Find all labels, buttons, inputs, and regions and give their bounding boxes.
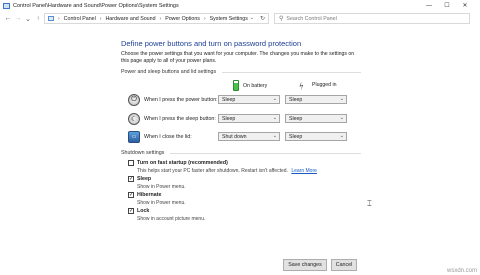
window-controls: — ☐ ✕ — [420, 0, 474, 11]
lid-close-battery-select[interactable]: Shut down ⌄ — [218, 132, 280, 141]
breadcrumb-control-panel[interactable]: Control Panel — [64, 16, 96, 22]
sleep-moon-icon: ☾ — [128, 113, 140, 125]
chevron-down-icon: ⌄ — [272, 96, 277, 102]
close-button[interactable]: ✕ — [456, 0, 474, 11]
chevron-right-icon[interactable]: › — [100, 16, 102, 22]
address-toolbar: ← → ⌄ ↑ › Control Panel › Hardware and S… — [0, 11, 480, 26]
chevron-right-icon[interactable]: › — [58, 16, 60, 22]
select-value: Sleep — [289, 96, 303, 103]
select-value: Sleep — [222, 96, 236, 103]
chevron-down-icon: ⌄ — [272, 133, 277, 139]
learn-more-link[interactable]: Learn More — [291, 168, 317, 174]
chevron-down-icon[interactable]: ⌄ — [250, 15, 254, 21]
back-arrow-icon[interactable]: ← — [3, 14, 13, 24]
sleep-button-row: ☾ When I press the sleep button: Sleep ⌄… — [128, 113, 358, 127]
mouse-cursor-icon: ⌶ — [367, 199, 372, 208]
hibernate-option-title: Hibernate — [137, 192, 162, 198]
lid-close-label: When I close the lid: — [144, 134, 192, 140]
cancel-button[interactable]: Cancel — [331, 259, 357, 271]
control-panel-icon — [48, 16, 54, 21]
intro-text: Choose the power settings that you want … — [121, 51, 355, 64]
battery-icon — [233, 80, 239, 91]
lid-close-plugged-select[interactable]: Sleep ⌄ — [285, 132, 347, 141]
column-on-battery-label: On battery — [243, 82, 268, 89]
section-divider — [222, 72, 361, 73]
plug-icon: ⚡ — [296, 80, 307, 92]
page-title: Define power buttons and turn on passwor… — [121, 39, 302, 48]
fast-startup-description: This helps start your PC faster after sh… — [137, 168, 317, 174]
chevron-right-icon[interactable]: › — [160, 16, 162, 22]
fast-startup-title: Turn on fast startup (recommended) — [137, 160, 228, 166]
chevron-down-icon: ⌄ — [339, 115, 344, 121]
section-shutdown-title: Shutdown settings — [121, 150, 165, 156]
fast-startup-checkbox[interactable] — [128, 160, 134, 166]
chevron-down-icon: ⌄ — [339, 133, 344, 139]
section-divider — [170, 153, 361, 154]
select-value: Sleep — [289, 133, 303, 140]
breadcrumb-power-options[interactable]: Power Options — [165, 16, 200, 22]
sleep-checkbox[interactable]: ✓ — [128, 176, 134, 182]
lock-option-description: Show in account picture menu. — [137, 216, 206, 222]
breadcrumb[interactable]: › Control Panel › Hardware and Sound › P… — [44, 13, 269, 24]
hibernate-option-description: Show in Power menu. — [137, 200, 186, 206]
select-value: Shut down — [222, 133, 247, 140]
search-box[interactable]: ⚲ — [274, 13, 470, 24]
save-changes-button[interactable]: Save changes — [283, 259, 327, 271]
lock-checkbox[interactable]: ✓ — [128, 208, 134, 214]
select-value: Sleep — [289, 115, 303, 122]
lid-close-row: ▭ When I close the lid: Shut down ⌄ Slee… — [128, 131, 358, 145]
control-panel-icon — [3, 2, 10, 9]
window-title: Control Panel\Hardware and Sound\Power O… — [13, 2, 179, 9]
column-plugged-in: ⚡ Plugged in — [296, 80, 337, 92]
sleep-option-description: Show in Power menu. — [137, 184, 186, 190]
watermark: wsxdn.com — [446, 268, 477, 274]
breadcrumb-system-settings[interactable]: System Settings — [210, 16, 248, 22]
forward-arrow-icon[interactable]: → — [13, 14, 23, 24]
chevron-right-icon[interactable]: › — [204, 16, 206, 22]
breadcrumb-hardware-and-sound[interactable]: Hardware and Sound — [105, 16, 155, 22]
select-value: Sleep — [222, 115, 236, 122]
title-bar: Control Panel\Hardware and Sound\Power O… — [0, 0, 480, 11]
power-button-battery-select[interactable]: Sleep ⌄ — [218, 95, 280, 104]
hibernate-checkbox[interactable]: ✓ — [128, 192, 134, 198]
sleep-button-battery-select[interactable]: Sleep ⌄ — [218, 114, 280, 123]
search-icon: ⚲ — [279, 16, 284, 22]
sleep-button-plugged-select[interactable]: Sleep ⌄ — [285, 114, 347, 123]
maximize-button[interactable]: ☐ — [438, 0, 456, 11]
fast-startup-description-text: This helps start your PC faster after sh… — [137, 168, 288, 174]
main-content: Define power buttons and turn on passwor… — [0, 26, 480, 257]
lock-option-title: Lock — [137, 208, 150, 214]
chevron-down-icon: ⌄ — [272, 115, 277, 121]
sleep-button-label: When I press the sleep button: — [144, 116, 216, 122]
refresh-icon[interactable]: ↻ — [260, 15, 265, 22]
search-input[interactable] — [286, 15, 457, 22]
column-plugged-in-label: Plugged in — [312, 82, 337, 88]
column-on-battery: On battery — [233, 80, 267, 91]
power-button-row: ⏻ When I press the power button: Sleep ⌄… — [128, 94, 358, 108]
sleep-option-title: Sleep — [137, 176, 152, 182]
chevron-down-icon: ⌄ — [339, 96, 344, 102]
laptop-lid-icon: ▭ — [128, 131, 140, 143]
power-icon: ⏻ — [128, 94, 140, 106]
up-arrow-icon[interactable]: ↑ — [33, 14, 43, 24]
minimize-button[interactable]: — — [420, 0, 438, 11]
section-power-buttons-title: Power and sleep buttons and lid settings — [121, 69, 217, 75]
power-button-label: When I press the power button: — [144, 97, 218, 103]
recent-locations-chevron-icon[interactable]: ⌄ — [23, 14, 33, 24]
power-button-plugged-select[interactable]: Sleep ⌄ — [285, 95, 347, 104]
